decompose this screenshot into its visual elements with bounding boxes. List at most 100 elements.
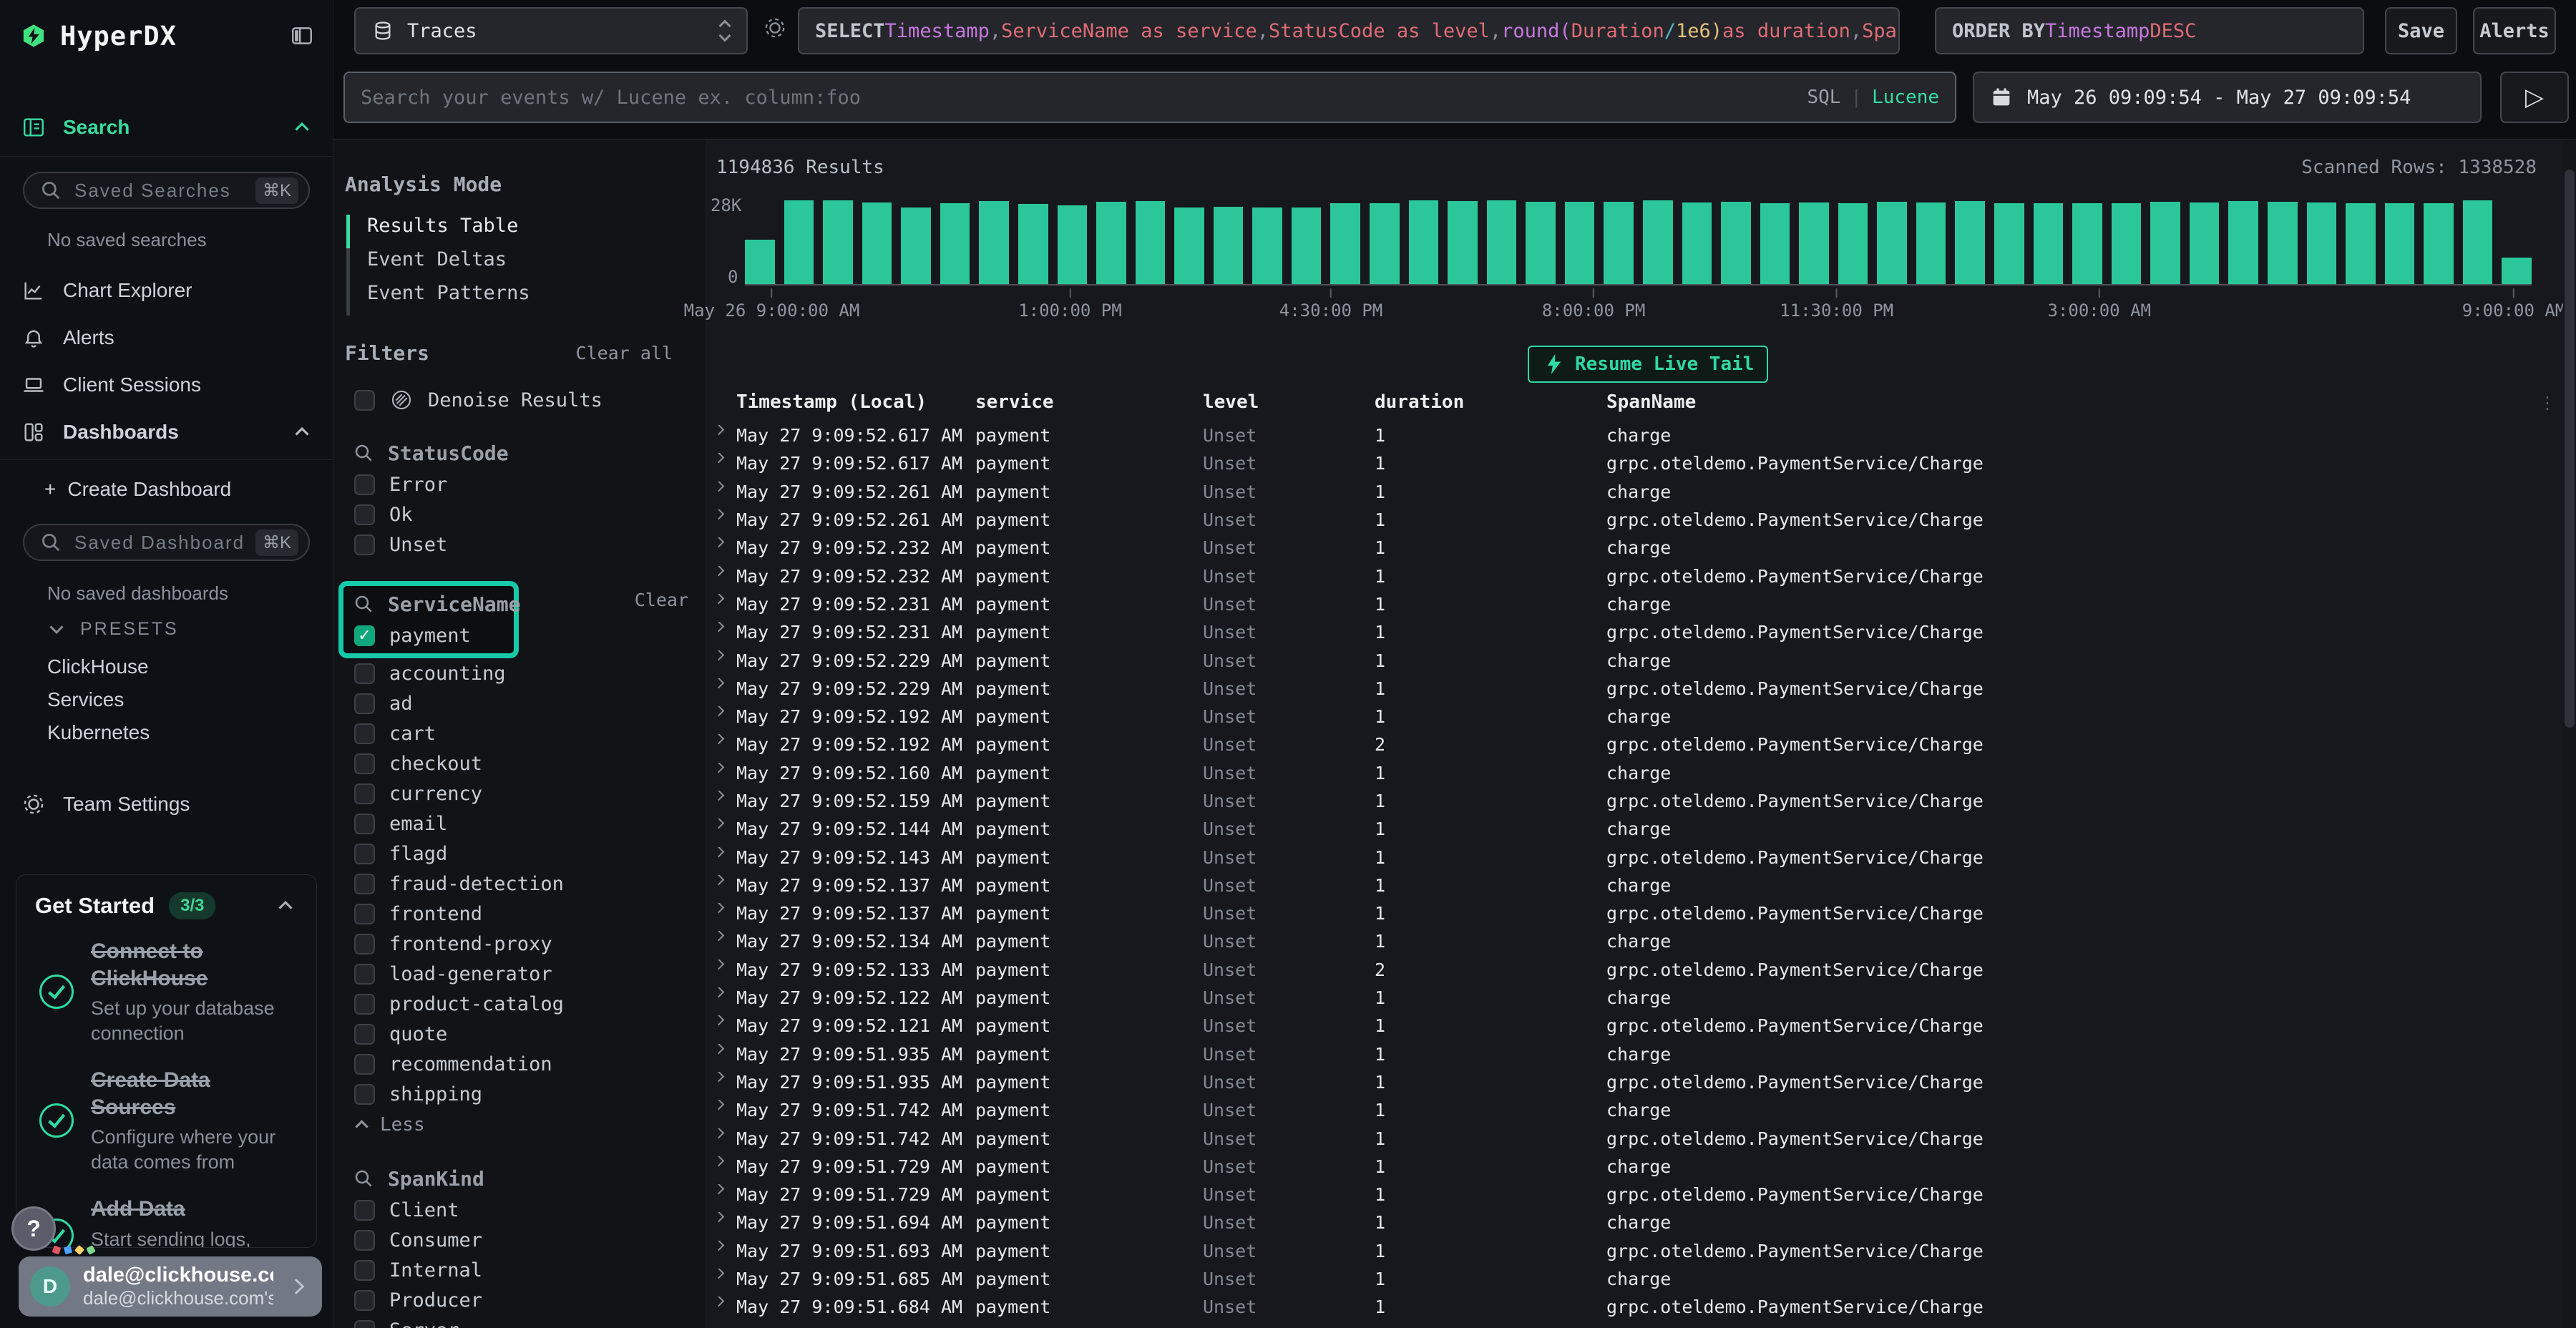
- scrollbar[interactable]: [2563, 140, 2576, 1328]
- filter-item-ad[interactable]: ad: [333, 688, 705, 718]
- table-row[interactable]: May 27 9:09:51.729 AMpaymentUnset1grpc.o…: [705, 1181, 2563, 1209]
- source-settings-gear-icon[interactable]: [763, 16, 787, 40]
- checkbox[interactable]: [354, 474, 375, 495]
- table-row[interactable]: May 27 9:09:52.192 AMpaymentUnset2grpc.o…: [705, 731, 2563, 758]
- table-row[interactable]: May 27 9:09:51.935 AMpaymentUnset1grpc.o…: [705, 1068, 2563, 1096]
- filter-item-quote[interactable]: quote: [333, 1019, 705, 1049]
- clear-filter-button[interactable]: Clear: [635, 590, 688, 610]
- checkbox[interactable]: [354, 1230, 375, 1251]
- presets-toggle[interactable]: PRESETS: [44, 617, 179, 641]
- filter-item-cart[interactable]: cart: [333, 718, 705, 748]
- mode-event-patterns[interactable]: Event Patterns: [346, 282, 705, 316]
- get-started-item-sources[interactable]: Create Data Sources Configure where your…: [16, 1055, 316, 1184]
- sidebar-item-team-settings[interactable]: Team Settings: [21, 786, 314, 823]
- mode-sql-toggle[interactable]: SQL: [1807, 87, 1840, 108]
- preset-clickhouse[interactable]: ClickHouse: [47, 655, 149, 678]
- denoise-results-checkbox[interactable]: Denoise Results: [333, 385, 705, 415]
- checkbox[interactable]: [354, 1024, 375, 1045]
- create-dashboard-button[interactable]: + Create Dashboard: [44, 472, 231, 507]
- save-button[interactable]: Save: [2385, 7, 2457, 54]
- checkbox[interactable]: [354, 723, 375, 744]
- filter-item-accounting[interactable]: accounting: [333, 658, 705, 688]
- table-row[interactable]: May 27 9:09:51.742 AMpaymentUnset1charge: [705, 1096, 2563, 1124]
- checkbox[interactable]: [354, 1290, 375, 1311]
- table-row[interactable]: May 27 9:09:52.229 AMpaymentUnset1grpc.o…: [705, 675, 2563, 703]
- col-spanname[interactable]: SpanName: [1606, 391, 2563, 421]
- filter-item-Server[interactable]: Server: [333, 1315, 705, 1328]
- checkbox[interactable]: [354, 663, 375, 684]
- checkbox[interactable]: [354, 504, 375, 525]
- filter-item-Consumer[interactable]: Consumer: [333, 1225, 705, 1255]
- checkbox[interactable]: [354, 814, 375, 834]
- checkbox[interactable]: [354, 904, 375, 924]
- table-row[interactable]: May 27 9:09:52.159 AMpaymentUnset1grpc.o…: [705, 787, 2563, 815]
- order-by-input[interactable]: ORDER BY Timestamp DESC: [1935, 7, 2364, 54]
- filter-item-email[interactable]: email: [333, 809, 705, 839]
- checkbox[interactable]: [354, 1084, 375, 1105]
- filter-item-frontend[interactable]: frontend: [333, 899, 705, 929]
- filter-item-Client[interactable]: Client: [333, 1195, 705, 1225]
- chevron-up-icon[interactable]: [290, 420, 314, 444]
- table-row[interactable]: May 27 9:09:52.122 AMpaymentUnset1charge: [705, 984, 2563, 1012]
- source-select[interactable]: Traces: [354, 7, 748, 54]
- table-row[interactable]: May 27 9:09:52.617 AMpaymentUnset1charge: [705, 421, 2563, 449]
- filter-item-fraud-detection[interactable]: fraud-detection: [333, 869, 705, 899]
- table-row[interactable]: May 27 9:09:51.742 AMpaymentUnset1grpc.o…: [705, 1124, 2563, 1152]
- mode-results-table[interactable]: Results Table: [346, 215, 705, 248]
- filter-item-checkout[interactable]: checkout: [333, 748, 705, 778]
- table-row[interactable]: May 27 9:09:52.261 AMpaymentUnset1charge: [705, 478, 2563, 506]
- sidebar-item-chart-explorer[interactable]: Chart Explorer: [21, 272, 314, 309]
- get-started-item-connect[interactable]: Connect to ClickHouse Set up your databa…: [16, 927, 316, 1055]
- table-row[interactable]: May 27 9:09:52.232 AMpaymentUnset1grpc.o…: [705, 562, 2563, 590]
- run-query-button[interactable]: ▷: [2500, 72, 2569, 123]
- table-row[interactable]: May 27 9:09:52.261 AMpaymentUnset1grpc.o…: [705, 506, 2563, 534]
- table-row[interactable]: May 27 9:09:52.232 AMpaymentUnset1charge: [705, 534, 2563, 562]
- saved-searches-input[interactable]: Saved Searches ⌘K: [23, 172, 310, 209]
- checkbox[interactable]: [354, 1054, 375, 1075]
- table-row[interactable]: May 27 9:09:52.137 AMpaymentUnset1grpc.o…: [705, 899, 2563, 927]
- help-button[interactable]: ?: [11, 1206, 56, 1251]
- table-row[interactable]: May 27 9:09:52.231 AMpaymentUnset1charge: [705, 590, 2563, 618]
- col-timestamp[interactable]: Timestamp (Local): [736, 391, 975, 421]
- sidebar-item-client-sessions[interactable]: Client Sessions: [21, 366, 314, 404]
- sidebar-item-dashboards[interactable]: Dashboards: [21, 414, 314, 451]
- table-row[interactable]: May 27 9:09:52.231 AMpaymentUnset1grpc.o…: [705, 618, 2563, 646]
- checkbox[interactable]: [354, 964, 375, 985]
- results-histogram[interactable]: 28K 0 May 26 9:00:00 AM1:00:00 PM4:30:00…: [705, 185, 2532, 326]
- table-row[interactable]: May 27 9:09:52.192 AMpaymentUnset1charge: [705, 703, 2563, 731]
- checkbox[interactable]: [354, 534, 375, 555]
- table-row[interactable]: May 27 9:09:52.133 AMpaymentUnset2grpc.o…: [705, 956, 2563, 984]
- get-started-header[interactable]: Get Started 3/3: [16, 875, 316, 927]
- checkbox[interactable]: ✓: [354, 625, 375, 646]
- table-row[interactable]: May 27 9:09:52.229 AMpaymentUnset1charge: [705, 646, 2563, 674]
- select-clause-input[interactable]: SELECT Timestamp, ServiceName as service…: [798, 7, 1900, 54]
- checkbox[interactable]: [354, 1320, 375, 1328]
- table-options-icon[interactable]: ⋮: [2539, 393, 2556, 414]
- filter-item-Unset[interactable]: Unset: [333, 529, 705, 560]
- filter-item-frontend-proxy[interactable]: frontend-proxy: [333, 929, 705, 959]
- collapse-sidebar-icon[interactable]: [290, 24, 314, 48]
- checkbox[interactable]: [354, 753, 375, 774]
- get-started-item-add-data[interactable]: Add Data Start sending logs, metrics, or…: [16, 1184, 316, 1248]
- clear-all-filters-button[interactable]: Clear all: [576, 343, 673, 363]
- filter-item-Ok[interactable]: Ok: [333, 499, 705, 529]
- table-row[interactable]: May 27 9:09:51.693 AMpaymentUnset1grpc.o…: [705, 1237, 2563, 1265]
- scrollbar-thumb[interactable]: [2565, 170, 2575, 728]
- checkbox[interactable]: [354, 844, 375, 864]
- mode-event-deltas[interactable]: Event Deltas: [346, 248, 705, 282]
- preset-services[interactable]: Services: [47, 688, 124, 711]
- filter-item-product-catalog[interactable]: product-catalog: [333, 989, 705, 1019]
- chevron-up-icon[interactable]: [273, 894, 298, 918]
- table-row[interactable]: May 27 9:09:51.685 AMpaymentUnset1charge: [705, 1265, 2563, 1293]
- preset-kubernetes[interactable]: Kubernetes: [47, 721, 150, 744]
- table-row[interactable]: May 27 9:09:51.684 AMpaymentUnset1grpc.o…: [705, 1293, 2563, 1321]
- filter-item-Error[interactable]: Error: [333, 469, 705, 499]
- table-row[interactable]: May 27 9:09:52.617 AMpaymentUnset1grpc.o…: [705, 449, 2563, 477]
- checkbox[interactable]: [354, 874, 375, 894]
- filter-item-Internal[interactable]: Internal: [333, 1255, 705, 1285]
- table-row[interactable]: May 27 9:09:52.121 AMpaymentUnset1grpc.o…: [705, 1012, 2563, 1040]
- checkbox[interactable]: [354, 783, 375, 804]
- table-row[interactable]: May 27 9:09:52.134 AMpaymentUnset1charge: [705, 927, 2563, 955]
- checkbox[interactable]: [354, 1260, 375, 1281]
- mode-lucene-toggle[interactable]: Lucene: [1872, 87, 1939, 108]
